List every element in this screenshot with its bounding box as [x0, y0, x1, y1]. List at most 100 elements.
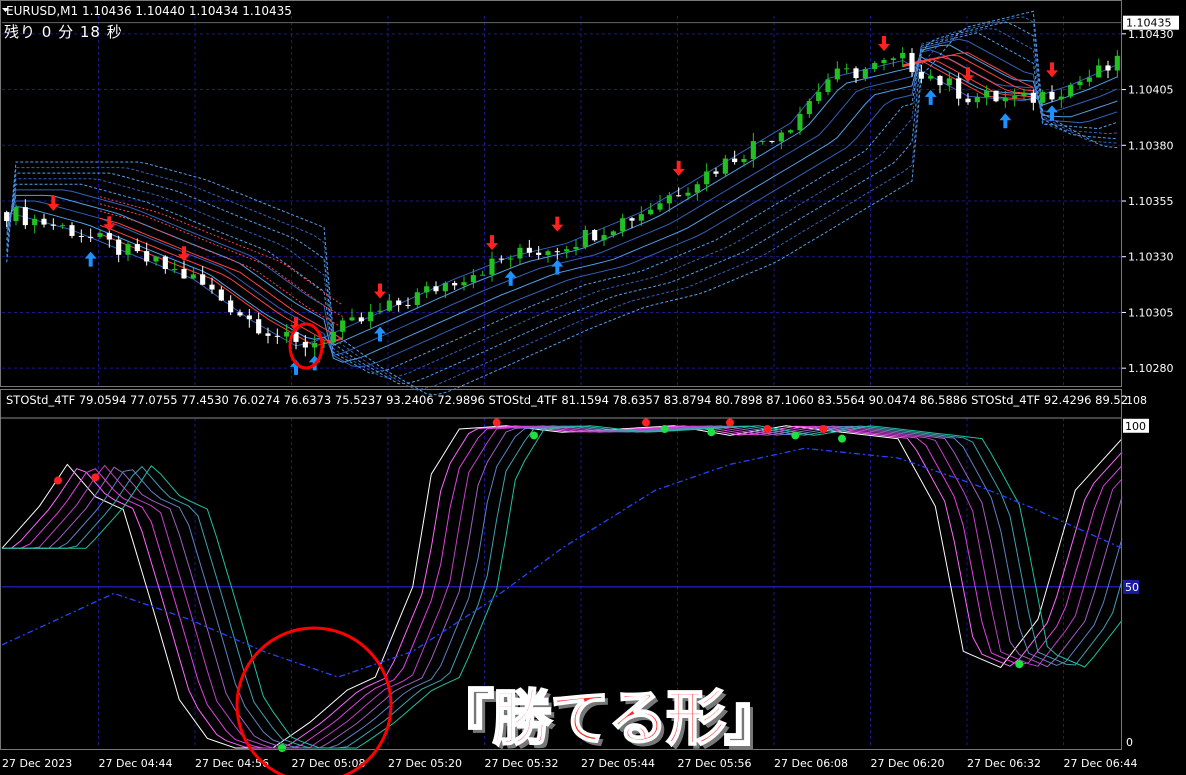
- candle-body: [872, 63, 878, 69]
- candle-body: [41, 218, 47, 225]
- sto-label: 108: [1126, 394, 1147, 407]
- candle-body: [480, 274, 486, 276]
- candle-body: [181, 269, 187, 279]
- buy-arrow-icon: [1046, 105, 1058, 121]
- candle-body: [610, 231, 616, 236]
- candle-body: [256, 319, 262, 334]
- chart-canvas[interactable]: 27 Dec 2023 27 Dec 04:44 27 Dec 04:56 27 De…: [0, 0, 1186, 775]
- candle-body: [22, 207, 28, 226]
- sto-buy-dot: [791, 431, 800, 440]
- candle-body: [750, 141, 756, 159]
- time-label: 27 Dec 05:20: [388, 757, 462, 770]
- candle-body: [760, 140, 766, 142]
- candle-body: [806, 100, 812, 115]
- candle-body: [349, 317, 355, 321]
- candle-body: [1030, 92, 1036, 103]
- candle-body: [1105, 65, 1111, 71]
- candle-body: [246, 315, 252, 320]
- candle-body: [881, 60, 887, 64]
- caption-text: 『勝てる形』: [433, 683, 785, 755]
- candle-body: [713, 171, 719, 174]
- highlight-circles: [235, 322, 393, 775]
- candle-body: [78, 235, 84, 237]
- candle-body: [517, 247, 523, 259]
- current-price-label: 1.10435: [1126, 17, 1172, 30]
- candle-body: [190, 274, 196, 279]
- candlesticks: [4, 47, 1120, 357]
- candle-body: [620, 218, 626, 232]
- time-label: 27 Dec 06:20: [871, 757, 945, 770]
- candle-body: [368, 311, 374, 322]
- candle-body: [498, 258, 504, 260]
- sto-buy-dot: [278, 744, 286, 752]
- price-ribbon: [6, 10, 1118, 396]
- candle-body: [489, 258, 495, 275]
- price-label: 1.10280: [1128, 362, 1174, 375]
- candle-body: [853, 68, 859, 79]
- candle-body: [900, 52, 906, 59]
- candle-body: [1040, 91, 1046, 103]
- candle-body: [676, 195, 682, 197]
- candle-body: [4, 212, 10, 222]
- candle-body: [424, 286, 430, 293]
- sell-arrow-icon: [374, 283, 386, 299]
- candle-body: [60, 225, 66, 227]
- candle-body: [694, 184, 700, 193]
- time-label: 27 Dec 06:32: [967, 757, 1041, 770]
- candle-body: [1068, 85, 1074, 97]
- sto-sell-dot: [91, 473, 100, 482]
- candle-body: [340, 320, 346, 332]
- candle-body: [1002, 97, 1008, 102]
- candle-body: [452, 282, 458, 286]
- sto-buy-dot: [660, 425, 669, 433]
- candle-body: [330, 331, 336, 343]
- candle-body: [741, 158, 747, 163]
- candle-body: [69, 225, 75, 236]
- candle-body: [396, 300, 402, 305]
- sto-label: 50: [1125, 581, 1139, 594]
- candle-body: [666, 195, 672, 204]
- sto-sell-dot: [763, 425, 772, 433]
- ma-line: [6, 49, 1118, 356]
- ma-line-down: [99, 210, 343, 329]
- candle-body: [648, 209, 654, 215]
- sell-arrow-icon: [486, 235, 498, 251]
- sto-sell-dot: [642, 418, 650, 427]
- time-label: 27 Dec 05:56: [678, 757, 752, 770]
- candle-body: [144, 251, 150, 262]
- candle-body: [573, 246, 579, 250]
- candle-body: [554, 251, 560, 253]
- time-label: 27 Dec 05:32: [485, 757, 559, 770]
- candle-body: [1086, 77, 1092, 82]
- candle-body: [377, 310, 383, 312]
- candle-body: [816, 92, 822, 101]
- candle-body: [778, 132, 784, 142]
- candle-body: [704, 171, 710, 185]
- candle-body: [564, 249, 570, 252]
- candle-body: [946, 78, 952, 86]
- candle-body: [470, 275, 476, 283]
- sell-arrow-icon: [878, 36, 890, 52]
- candle-body: [172, 269, 178, 271]
- sto-buy-dot: [1015, 660, 1024, 669]
- candle-body: [1049, 91, 1055, 100]
- candle-body: [956, 78, 962, 99]
- candle-body: [928, 76, 934, 79]
- bar-countdown: 残り 0 分 18 秒: [4, 23, 123, 41]
- candle-body: [228, 300, 234, 313]
- candle-body: [825, 79, 831, 93]
- sto-buy-dot: [838, 434, 846, 443]
- candle-body: [200, 274, 206, 285]
- time-label: 27 Dec 06:08: [774, 757, 848, 770]
- candle-body: [358, 317, 364, 322]
- candle-body: [284, 331, 290, 337]
- buy-arrow-icon: [924, 89, 937, 105]
- candle-body: [657, 203, 663, 210]
- candle-body: [88, 236, 94, 238]
- time-label: 27 Dec 05:44: [581, 757, 655, 770]
- sto-buy-dot: [530, 431, 538, 440]
- candle-body: [116, 239, 122, 255]
- price-label: 1.10405: [1128, 84, 1174, 97]
- candle-body: [722, 158, 728, 174]
- candle-body: [1058, 96, 1064, 100]
